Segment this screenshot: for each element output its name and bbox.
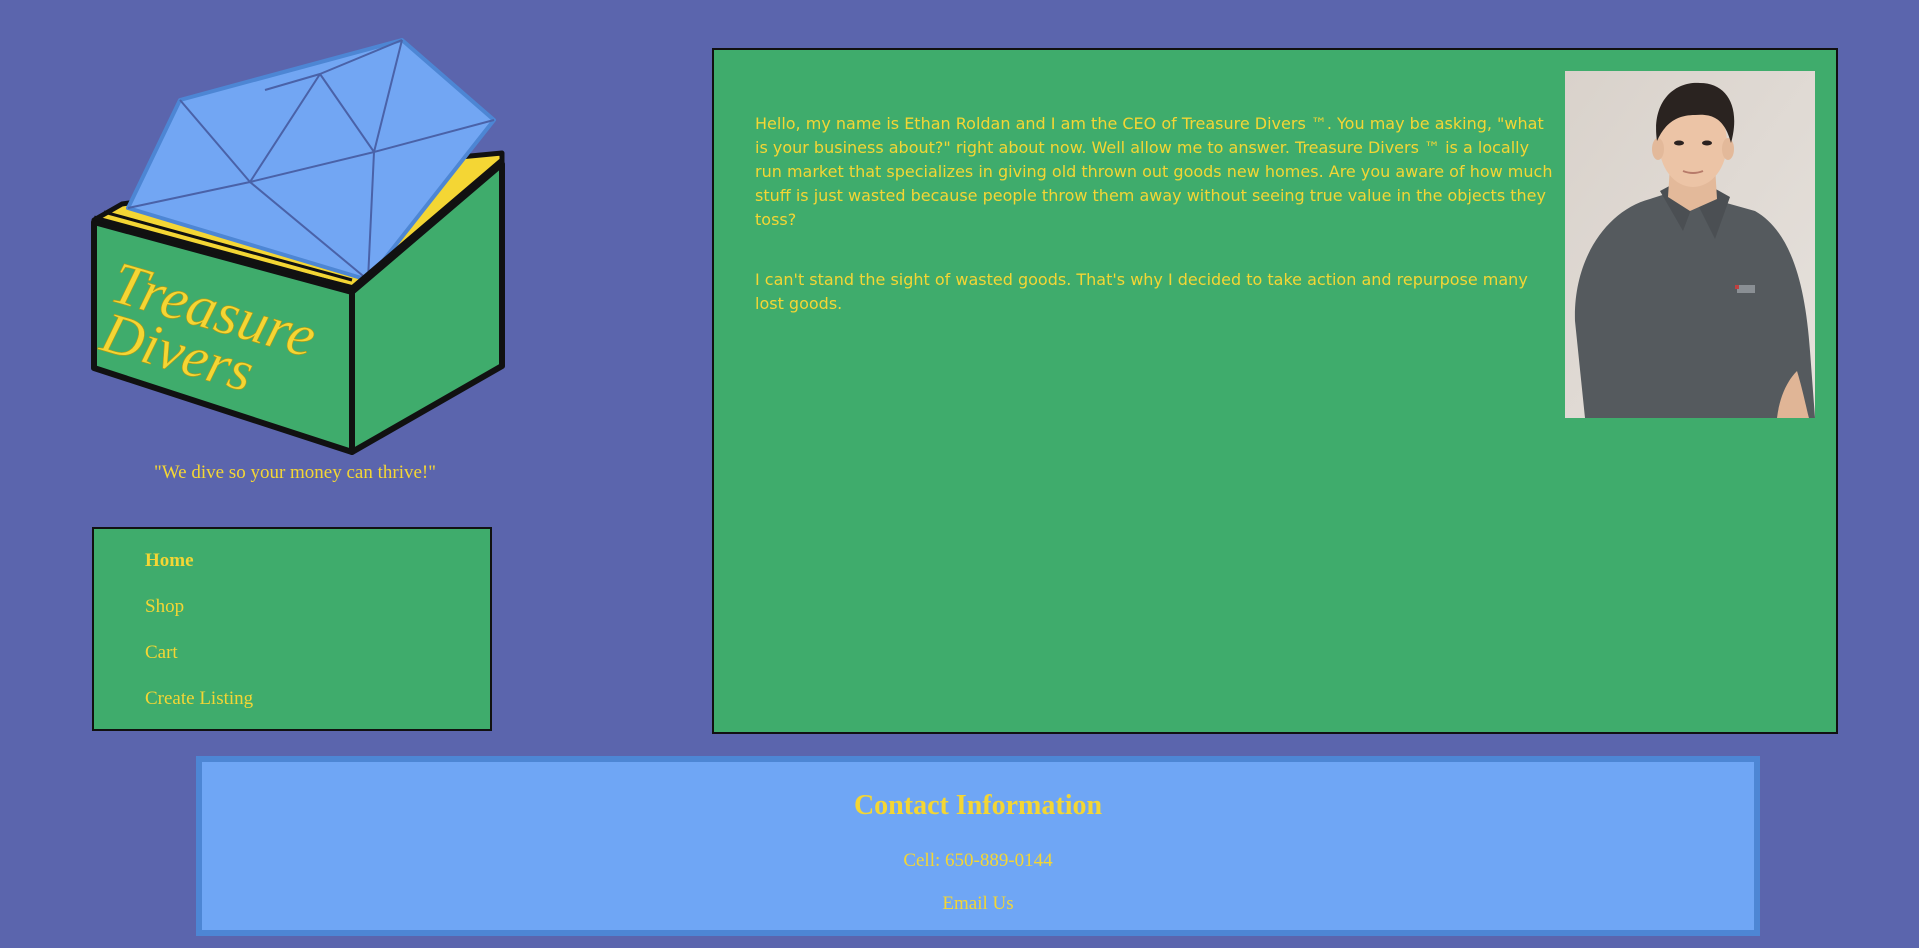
email-us-link[interactable]: Email Us (202, 893, 1754, 915)
nav-item-shop[interactable]: Shop (145, 596, 184, 618)
treasure-divers-logo: Treasure Divers (90, 32, 510, 456)
nav-item-home[interactable]: Home (145, 550, 194, 572)
about-paragraph-2: I can't stand the sight of wasted goods.… (755, 270, 1528, 313)
tagline: "We dive so your money can thrive!" (153, 462, 436, 483)
main-navigation: Home Shop Cart Create Listing (92, 527, 492, 731)
about-section: Hello, my name is Ethan Roldan and I am … (712, 48, 1838, 734)
contact-title: Contact Information (853, 790, 1103, 821)
ceo-photo (1565, 71, 1815, 418)
cell-number: Cell: 650-889-0144 (903, 850, 1053, 871)
contact-information: Contact Information Cell: 650-889-0144 E… (196, 756, 1760, 936)
nav-item-create-listing[interactable]: Create Listing (145, 688, 253, 710)
about-paragraph-1: Hello, my name is Ethan Roldan and I am … (755, 114, 1553, 229)
nav-item-cart[interactable]: Cart (145, 642, 178, 664)
